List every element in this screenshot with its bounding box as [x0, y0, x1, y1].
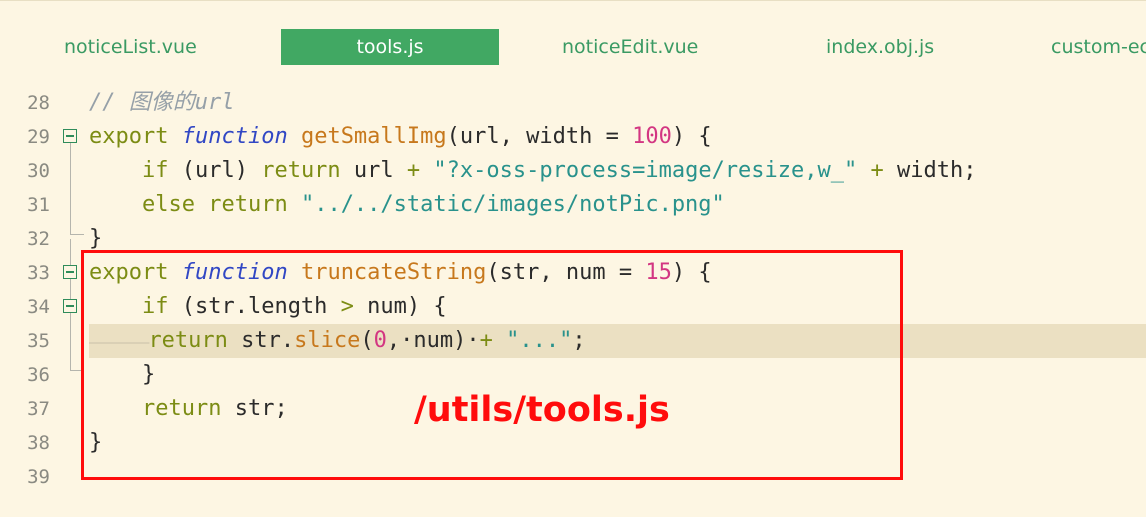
- line-number: 36: [27, 364, 50, 386]
- annotation-file-path: /utils/tools.js: [414, 390, 670, 430]
- line-number: 34: [27, 296, 50, 318]
- code-line-29[interactable]: 29 export function getSmallImg(url, widt…: [0, 120, 1146, 154]
- line-number: 28: [27, 92, 50, 114]
- fold-toggle-icon[interactable]: [63, 265, 77, 279]
- tab-tools-js[interactable]: tools.js: [281, 29, 499, 65]
- code-line-31[interactable]: 31 else return "../../static/images/notP…: [0, 188, 1146, 222]
- tab-noticelist-vue[interactable]: noticeList.vue: [64, 29, 204, 65]
- line-number: 35: [27, 330, 50, 352]
- code-text: if (url) return url + "?x-oss-process=im…: [141, 158, 977, 183]
- line-number: 32: [27, 228, 50, 250]
- tab-index-obj-js[interactable]: index.obj.js: [826, 29, 956, 65]
- code-text: export function getSmallImg(url, width =…: [89, 124, 712, 149]
- fold-toggle-icon[interactable]: [63, 129, 77, 143]
- tab-noticeedit-vue[interactable]: noticeEdit.vue: [562, 29, 712, 65]
- line-number: 38: [27, 432, 50, 454]
- line-number: 33: [27, 262, 50, 284]
- line-number: 31: [27, 194, 50, 216]
- line-number: 39: [27, 466, 50, 488]
- line-number: 37: [27, 398, 50, 420]
- annotation-highlight-box: [81, 250, 903, 480]
- code-line-30[interactable]: 30 if (url) return url + "?x-oss-process…: [0, 154, 1146, 188]
- line-number: 29: [27, 126, 50, 148]
- code-line-28[interactable]: 28 // 图像的url: [0, 86, 1146, 120]
- code-text: // 图像的url: [89, 90, 235, 115]
- editor-tab-bar: noticeList.vue tools.js noticeEdit.vue i…: [0, 0, 1146, 81]
- line-number: 30: [27, 160, 50, 182]
- code-text: else return "../../static/images/notPic.…: [141, 192, 725, 217]
- tab-custom-ec[interactable]: custom-ec: [1051, 29, 1146, 65]
- fold-toggle-icon[interactable]: [63, 299, 77, 313]
